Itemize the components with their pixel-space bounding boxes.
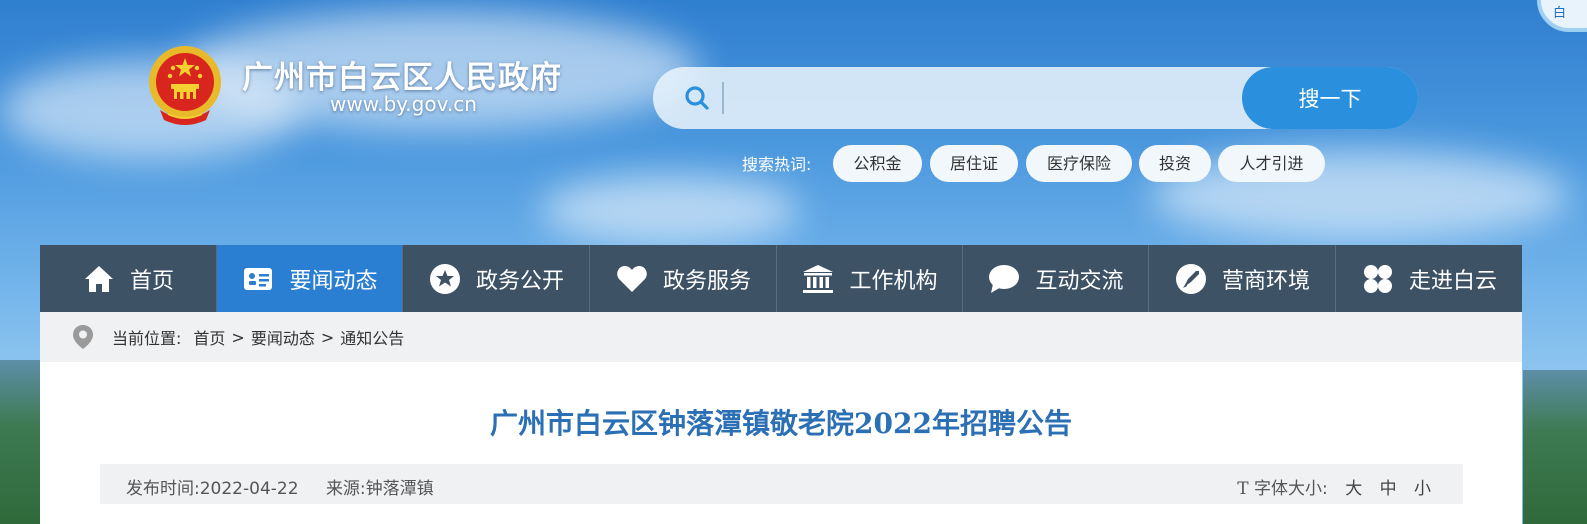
search-button[interactable]: 搜一下	[1242, 67, 1418, 129]
nav-item-label: 走进白云	[1408, 268, 1497, 294]
breadcrumb-link-news[interactable]: 要闻动态	[251, 325, 315, 349]
nav-item-home[interactable]: 首页	[40, 245, 217, 312]
national-emblem-icon	[149, 46, 221, 125]
breadcrumb: 当前位置: 首页 > 要闻动态 > 通知公告	[40, 312, 1522, 362]
font-size-large[interactable]: 大	[1345, 479, 1362, 499]
corner-badge-text: 白	[1553, 6, 1567, 21]
building-icon	[801, 262, 835, 296]
font-size-medium[interactable]: 中	[1380, 479, 1397, 499]
breadcrumb-link-home[interactable]: 首页	[193, 325, 225, 349]
source-label: 来源:	[325, 479, 366, 499]
location-pin-icon	[73, 325, 93, 349]
nav-item-label: 政务服务	[662, 268, 751, 294]
landscape-decoration	[1523, 370, 1587, 524]
article-source: 来源:钟落潭镇	[326, 479, 434, 499]
star-badge-icon	[428, 262, 462, 296]
nav-item-label: 营商环境	[1221, 268, 1310, 294]
article-content: 广州市白云区钟落潭镇敬老院2022年招聘公告 发布时间:2022-04-22 来…	[40, 362, 1522, 524]
site-title: 广州市白云区人民政府	[242, 60, 562, 96]
hot-search-label: 搜索热词:	[742, 155, 812, 174]
corner-badge[interactable]: 白	[1537, 0, 1587, 32]
font-size-small[interactable]: 小	[1414, 479, 1431, 499]
rocket-icon	[1174, 262, 1208, 296]
hot-tag[interactable]: 人才引进	[1218, 145, 1325, 182]
nav-item-label: 要闻动态	[289, 268, 378, 294]
main-nav: 首页 要闻动态 政务公开 政务服务 工作机构 互动交流 营商环境 走进白云	[40, 245, 1522, 312]
nav-item-business-env[interactable]: 营商环境	[1149, 245, 1336, 312]
nav-item-gov-open[interactable]: 政务公开	[403, 245, 590, 312]
article-title: 广州市白云区钟落潭镇敬老院2022年招聘公告	[490, 407, 1072, 440]
grid-flower-icon	[1361, 262, 1395, 296]
font-size-icon: T	[1237, 479, 1249, 499]
news-card-icon	[241, 262, 275, 296]
publish-date: 发布时间:2022-04-22	[126, 479, 299, 499]
site-url: www.by.gov.cn	[330, 92, 477, 116]
nav-item-label: 工作机构	[849, 268, 938, 294]
breadcrumb-separator: >	[320, 327, 335, 347]
search-icon[interactable]	[683, 84, 711, 112]
nav-item-about-baiyun[interactable]: 走进白云	[1336, 245, 1522, 312]
nav-item-label: 政务公开	[475, 268, 564, 294]
hot-tag[interactable]: 公积金	[833, 145, 922, 182]
nav-item-news[interactable]: 要闻动态	[217, 245, 403, 312]
heart-icon	[615, 262, 649, 296]
font-size-label: 字体大小:	[1254, 479, 1328, 499]
article-meta-bar: 发布时间:2022-04-22 来源:钟落潭镇 T 字体大小: 大 中 小	[100, 464, 1463, 504]
nav-item-interaction[interactable]: 互动交流	[963, 245, 1149, 312]
cloud-decoration	[540, 175, 800, 245]
hot-tag[interactable]: 居住证	[930, 145, 1018, 182]
search-input[interactable]	[722, 82, 1232, 114]
breadcrumb-link-notices[interactable]: 通知公告	[340, 325, 404, 349]
home-icon	[82, 262, 116, 296]
breadcrumb-label: 当前位置:	[112, 329, 182, 348]
chat-bubble-icon	[987, 262, 1021, 296]
hot-tag[interactable]: 投资	[1139, 145, 1211, 182]
breadcrumb-separator: >	[231, 327, 245, 347]
nav-item-label: 互动交流	[1035, 268, 1124, 294]
hot-tag[interactable]: 医疗保险	[1026, 145, 1132, 182]
nav-item-institutions[interactable]: 工作机构	[777, 245, 963, 312]
publish-date-value: 2022-04-22	[199, 479, 299, 499]
source-value: 钟落潭镇	[365, 479, 434, 499]
font-size-control: T 字体大小: 大 中 小	[1237, 474, 1431, 499]
publish-date-label: 发布时间:	[126, 479, 200, 499]
nav-item-label: 首页	[129, 268, 174, 294]
nav-item-gov-service[interactable]: 政务服务	[590, 245, 777, 312]
cloud-decoration	[1150, 150, 1570, 240]
